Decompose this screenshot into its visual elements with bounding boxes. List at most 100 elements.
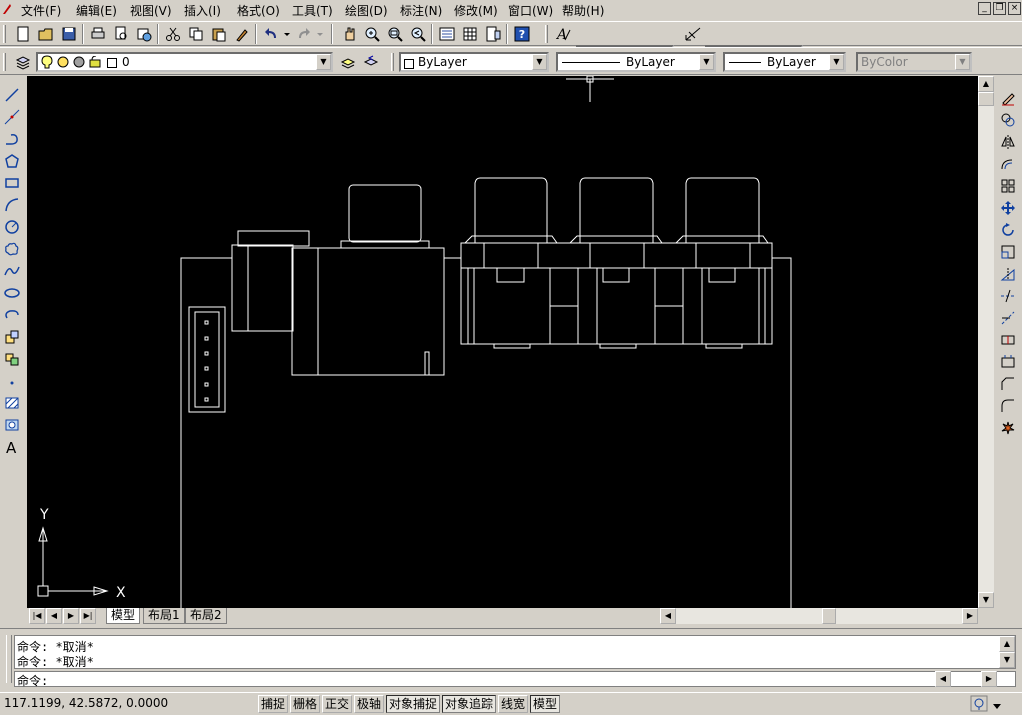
- text-style-icon[interactable]: A: [553, 24, 573, 44]
- array-icon[interactable]: [998, 176, 1018, 196]
- make-block-icon[interactable]: [2, 349, 22, 369]
- drawing-canvas[interactable]: Y X: [27, 76, 978, 608]
- polyline-icon[interactable]: [2, 129, 22, 149]
- polygon-icon[interactable]: [2, 151, 22, 171]
- last-tab-icon[interactable]: ▶|: [80, 608, 96, 624]
- previous-tab-icon[interactable]: ◀: [46, 608, 62, 624]
- insert-block-icon[interactable]: [2, 327, 22, 347]
- move-icon[interactable]: [998, 198, 1018, 218]
- scroll-right-icon[interactable]: ▶: [981, 671, 997, 687]
- toolbar-grip[interactable]: [545, 25, 548, 43]
- minimize-icon[interactable]: _: [978, 2, 991, 15]
- break-icon[interactable]: [998, 352, 1018, 372]
- menu-view[interactable]: 视图(V): [130, 2, 172, 19]
- offset-icon[interactable]: [998, 154, 1018, 174]
- layer-manager-icon[interactable]: [13, 52, 33, 72]
- dim-style-icon[interactable]: [683, 24, 703, 44]
- command-window-grip[interactable]: [6, 635, 12, 683]
- color-select[interactable]: ByLayer ▼: [399, 52, 549, 72]
- model-toggle[interactable]: 模型: [530, 695, 561, 713]
- copy-icon[interactable]: [186, 24, 206, 44]
- extend-icon[interactable]: [998, 308, 1018, 328]
- scroll-right-icon[interactable]: ▶: [962, 608, 978, 624]
- redo-dropdown-icon[interactable]: [315, 24, 325, 44]
- undo-icon[interactable]: [261, 24, 281, 44]
- menu-draw[interactable]: 绘图(D): [345, 2, 388, 19]
- copy-object-icon[interactable]: [998, 110, 1018, 130]
- stretch-icon[interactable]: [998, 264, 1018, 284]
- chevron-down-icon[interactable]: ▼: [829, 54, 844, 70]
- layer-select[interactable]: 0 ▼: [36, 52, 333, 72]
- menu-modify[interactable]: 修改(M): [454, 2, 498, 19]
- menu-insert[interactable]: 插入(I): [184, 2, 221, 19]
- layer-on-icon[interactable]: [41, 55, 53, 70]
- mirror-icon[interactable]: [998, 132, 1018, 152]
- close-icon[interactable]: ×: [1008, 2, 1021, 15]
- toolbar-grip[interactable]: [3, 25, 6, 43]
- next-tab-icon[interactable]: ▶: [63, 608, 79, 624]
- linetype-select[interactable]: ByLayer ▼: [556, 52, 716, 72]
- ortho-toggle[interactable]: 正交: [322, 695, 353, 713]
- properties-icon[interactable]: [437, 24, 457, 44]
- polar-toggle[interactable]: 极轴: [354, 695, 385, 713]
- rotate-icon[interactable]: [998, 220, 1018, 240]
- layer-previous-icon[interactable]: [361, 52, 381, 72]
- make-object-layer-current-icon[interactable]: [338, 52, 358, 72]
- command-input[interactable]: 命令: ◀ ▶: [14, 671, 1016, 688]
- arc-icon[interactable]: [2, 195, 22, 215]
- tab-layout2[interactable]: 布局2: [185, 608, 227, 624]
- status-menu-icon[interactable]: [992, 699, 1002, 709]
- chevron-down-icon[interactable]: ▼: [316, 54, 331, 70]
- print-icon[interactable]: [88, 24, 108, 44]
- app-icon[interactable]: [2, 3, 12, 15]
- chamfer-icon[interactable]: [998, 374, 1018, 394]
- scroll-left-icon[interactable]: ◀: [660, 608, 676, 624]
- tool-palettes-icon[interactable]: [483, 24, 503, 44]
- first-tab-icon[interactable]: |◀: [29, 608, 45, 624]
- scroll-left-icon[interactable]: ◀: [935, 671, 951, 687]
- explode-icon[interactable]: [998, 418, 1018, 438]
- zoom-previous-icon[interactable]: [408, 24, 428, 44]
- spline-icon[interactable]: [2, 261, 22, 281]
- pan-realtime-icon[interactable]: [339, 24, 359, 44]
- multiline-text-icon[interactable]: A: [2, 437, 22, 457]
- point-icon[interactable]: [2, 371, 22, 391]
- restore-icon[interactable]: ❐: [993, 2, 1006, 15]
- grid-toggle[interactable]: 栅格: [290, 695, 321, 713]
- toolbar-grip[interactable]: [391, 53, 394, 71]
- hatch-icon[interactable]: [2, 393, 22, 413]
- redo-icon[interactable]: [294, 24, 314, 44]
- snap-toggle[interactable]: 捕捉: [258, 695, 289, 713]
- lineweight-toggle[interactable]: 线宽: [498, 695, 529, 713]
- toolbar-grip[interactable]: [3, 53, 6, 71]
- scroll-down-icon[interactable]: ▼: [978, 592, 994, 608]
- undo-dropdown-icon[interactable]: [282, 24, 292, 44]
- rectangle-icon[interactable]: [2, 173, 22, 193]
- layer-freeze-viewport-icon[interactable]: [73, 56, 85, 70]
- menu-dimension[interactable]: 标注(N): [400, 2, 442, 19]
- tab-model[interactable]: 模型: [106, 608, 141, 624]
- menu-help[interactable]: 帮助(H): [562, 2, 604, 19]
- horizontal-scroll-thumb[interactable]: [822, 608, 836, 624]
- chevron-down-icon[interactable]: ▼: [699, 54, 714, 70]
- ellipse-icon[interactable]: [2, 283, 22, 303]
- horizontal-scrollbar[interactable]: ◀ ▶: [660, 608, 978, 624]
- menu-file[interactable]: 文件(F): [21, 2, 61, 19]
- lineweight-select[interactable]: ByLayer ▼: [723, 52, 846, 72]
- revision-cloud-icon[interactable]: [2, 239, 22, 259]
- zoom-window-icon[interactable]: [385, 24, 405, 44]
- construction-line-icon[interactable]: [2, 107, 22, 127]
- open-icon[interactable]: [36, 24, 56, 44]
- help-icon[interactable]: ?: [512, 24, 532, 44]
- ellipse-arc-icon[interactable]: [2, 305, 22, 325]
- circle-icon[interactable]: [2, 217, 22, 237]
- osnap-toggle[interactable]: 对象捕捉: [386, 695, 441, 713]
- design-center-icon[interactable]: [460, 24, 480, 44]
- menu-tools[interactable]: 工具(T): [292, 2, 333, 19]
- break-at-point-icon[interactable]: [998, 330, 1018, 350]
- menu-edit[interactable]: 编辑(E): [76, 2, 117, 19]
- new-icon[interactable]: [13, 24, 33, 44]
- publish-icon[interactable]: [134, 24, 154, 44]
- tab-layout1[interactable]: 布局1: [143, 608, 185, 624]
- communication-center-icon[interactable]: [970, 695, 988, 712]
